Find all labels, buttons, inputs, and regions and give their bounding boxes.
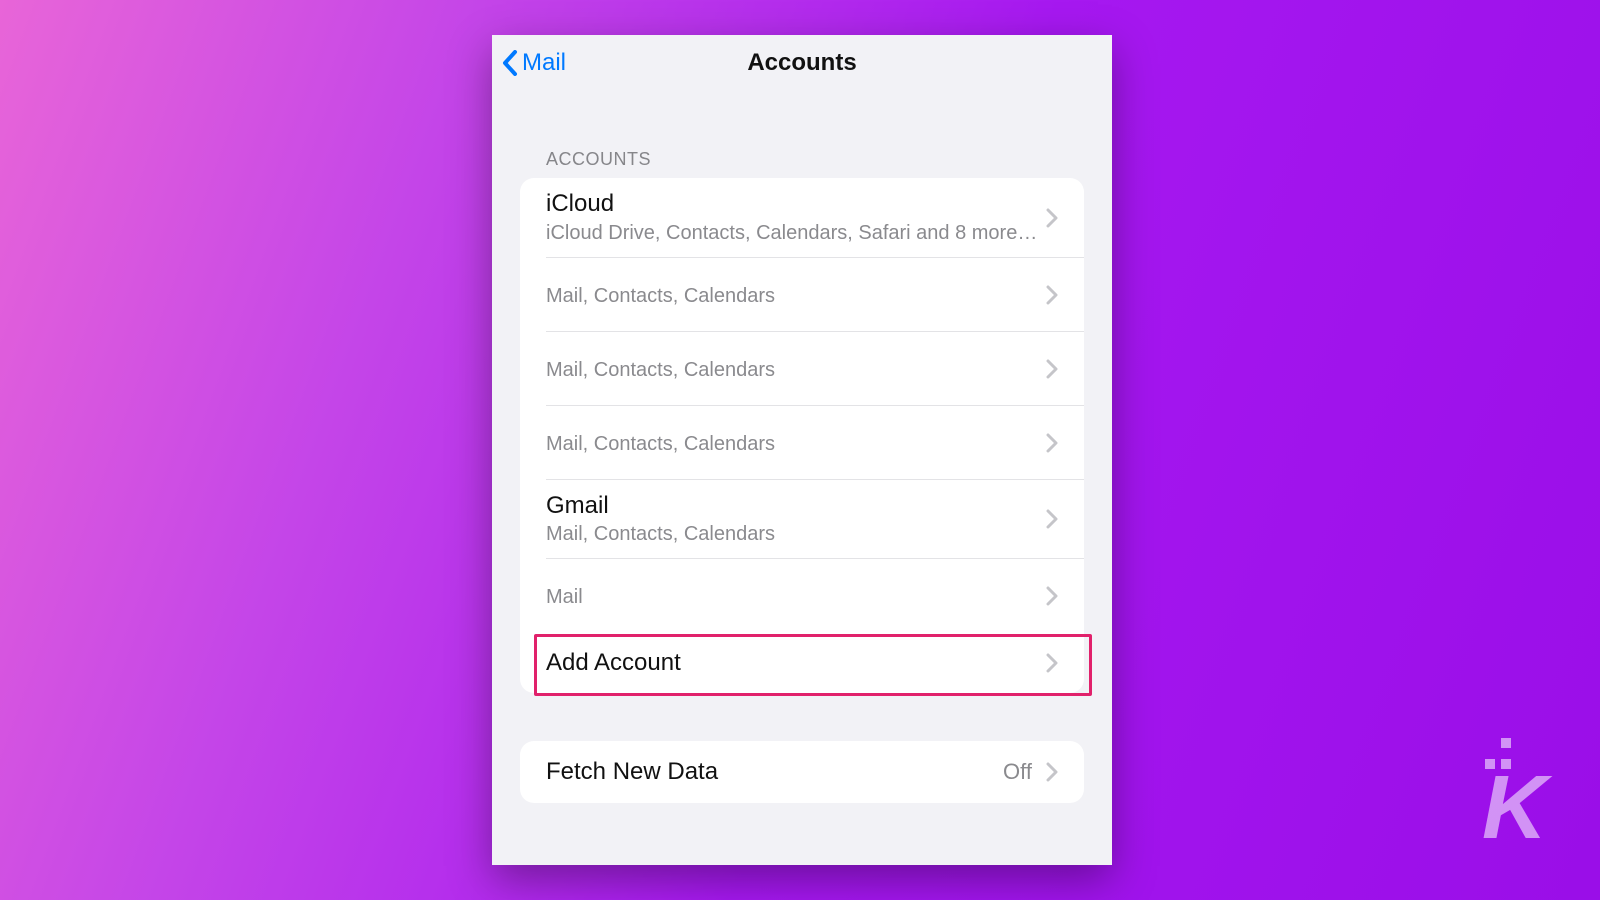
nav-bar: Mail Accounts [492, 35, 1112, 91]
add-account-button[interactable]: Add Account [520, 633, 1084, 693]
account-row[interactable]: Mail, Contacts, Calendars [520, 332, 1084, 406]
fetch-new-data-button[interactable]: Fetch New Data Off [520, 741, 1084, 803]
account-row[interactable]: Mail [520, 559, 1084, 633]
chevron-right-icon [1046, 285, 1058, 305]
settings-panel: Mail Accounts ACCOUNTS iCloud iCloud Dri… [492, 35, 1112, 865]
back-button[interactable]: Mail [502, 49, 566, 77]
account-subtitle: Mail, Contacts, Calendars [546, 357, 1038, 383]
fetch-value: Off [1003, 759, 1032, 785]
account-subtitle: Mail [546, 584, 1038, 610]
accounts-group: iCloud iCloud Drive, Contacts, Calendars… [520, 178, 1084, 693]
chevron-right-icon [1046, 509, 1058, 529]
chevron-right-icon [1046, 762, 1058, 782]
fetch-group: Fetch New Data Off [520, 741, 1084, 803]
chevron-right-icon [1046, 653, 1058, 673]
account-subtitle: iCloud Drive, Contacts, Calendars, Safar… [546, 220, 1038, 246]
chevron-right-icon [1046, 433, 1058, 453]
account-row-icloud[interactable]: iCloud iCloud Drive, Contacts, Calendars… [520, 178, 1084, 258]
add-account-label: Add Account [546, 649, 1038, 677]
account-subtitle: Mail, Contacts, Calendars [546, 431, 1038, 457]
chevron-left-icon [502, 50, 518, 76]
account-subtitle: Mail, Contacts, Calendars [546, 283, 1038, 309]
fetch-label: Fetch New Data [546, 758, 1003, 786]
account-row[interactable]: Mail, Contacts, Calendars [520, 258, 1084, 332]
account-title: Gmail [546, 492, 1038, 520]
page-title: Accounts [492, 49, 1112, 77]
account-row-gmail[interactable]: Gmail Mail, Contacts, Calendars [520, 480, 1084, 560]
chevron-right-icon [1046, 586, 1058, 606]
chevron-right-icon [1046, 359, 1058, 379]
watermark-logo: K [1482, 735, 1564, 840]
account-row[interactable]: Mail, Contacts, Calendars [520, 406, 1084, 480]
account-subtitle: Mail, Contacts, Calendars [546, 521, 1038, 547]
account-title: iCloud [546, 190, 1038, 218]
back-label: Mail [522, 49, 566, 77]
section-header-accounts: ACCOUNTS [546, 149, 1112, 170]
chevron-right-icon [1046, 208, 1058, 228]
